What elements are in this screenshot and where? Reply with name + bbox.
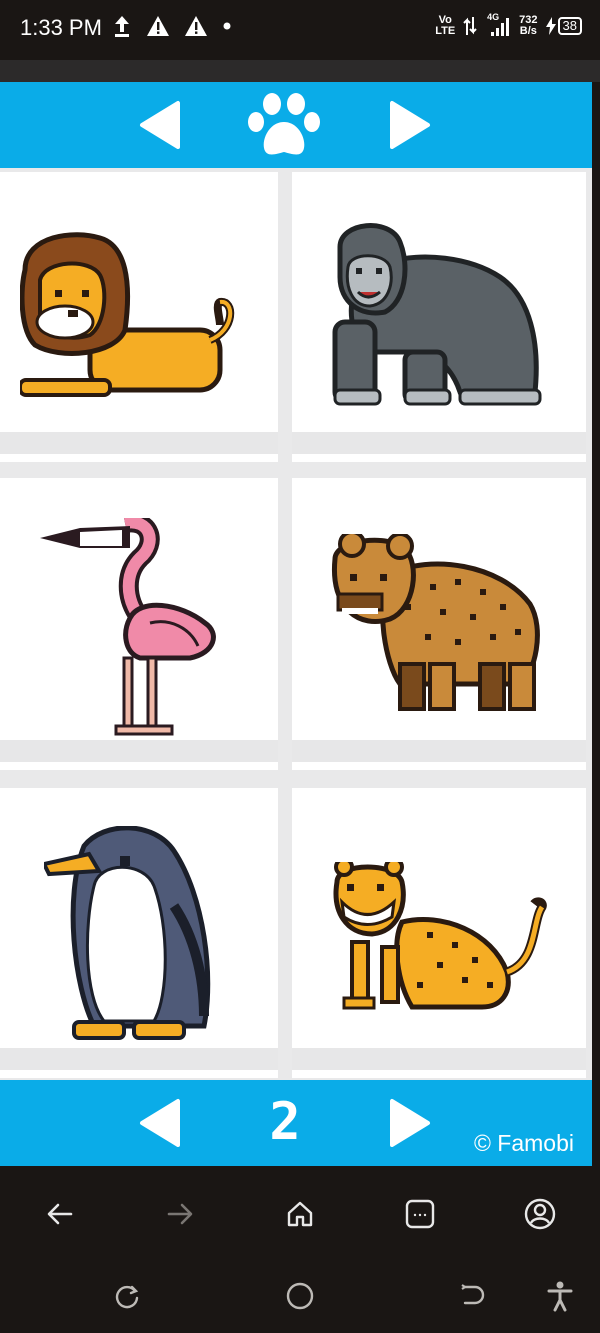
next-page-arrow-icon[interactable] (382, 1097, 432, 1149)
tile-penguin[interactable] (0, 788, 278, 1078)
account-icon (524, 1198, 556, 1230)
warning-icon (147, 16, 169, 36)
next-category-arrow-icon[interactable] (382, 99, 432, 151)
home-button[interactable] (280, 1194, 320, 1234)
penguin-icon (44, 826, 211, 1040)
accessibility-button[interactable] (540, 1276, 580, 1316)
gorilla-icon (332, 223, 542, 406)
page-top-strip (0, 60, 600, 82)
forward-arrow-icon (167, 1203, 193, 1225)
hyena-icon (331, 534, 540, 711)
browser-nav-bar (0, 1166, 600, 1262)
warning-icon (185, 16, 207, 36)
tile-caption-bar (0, 740, 278, 762)
net-speed-unit: B/s (519, 25, 537, 37)
system-home-button[interactable] (280, 1276, 320, 1316)
upload-icon (115, 16, 129, 37)
home-circle-icon (286, 1282, 314, 1310)
flamingo-icon (40, 518, 216, 736)
tabs-icon (405, 1199, 435, 1229)
cheetah-icon (333, 862, 547, 1010)
forward-button[interactable] (160, 1194, 200, 1234)
famobi-credit[interactable]: © Famobi (474, 1130, 574, 1157)
tile-lion[interactable] (0, 172, 278, 462)
volte-label-2: LTE (435, 25, 456, 37)
top-nav-bar (0, 82, 592, 168)
back-arrow-icon (47, 1203, 73, 1225)
account-button[interactable] (520, 1194, 560, 1234)
tile-flamingo[interactable] (0, 478, 278, 770)
back-icon (461, 1284, 485, 1305)
tabs-button[interactable] (400, 1194, 440, 1234)
lion-icon (20, 232, 235, 397)
recent-apps-button[interactable] (107, 1276, 147, 1316)
game-canvas: 2 © Famobi (0, 82, 592, 1166)
tile-caption-bar (0, 1048, 278, 1070)
recent-apps-icon (115, 1285, 139, 1309)
charging-bolt-icon (545, 17, 556, 35)
system-back-button[interactable] (452, 1276, 492, 1316)
tile-caption-bar (0, 432, 278, 454)
data-transfer-icon (463, 17, 477, 35)
status-time: 1:33 PM (20, 15, 102, 40)
paw-icon[interactable] (244, 90, 324, 162)
tile-cheetah[interactable] (292, 788, 586, 1078)
signal-icon (491, 18, 510, 36)
home-icon (287, 1201, 313, 1227)
dot-icon (223, 22, 231, 30)
accessibility-icon (547, 1281, 573, 1312)
tile-hyena[interactable] (292, 478, 586, 770)
status-bar: 1:33 PM Vo LTE 4G 732 B/s 38 (0, 0, 600, 60)
back-button[interactable] (40, 1194, 80, 1234)
tile-gorilla[interactable] (292, 172, 586, 462)
tile-caption-bar (292, 432, 586, 454)
previous-category-arrow-icon[interactable] (138, 99, 188, 151)
battery-level: 38 (557, 17, 582, 35)
system-nav-bar (0, 1262, 600, 1333)
page-number: 2 (269, 1092, 301, 1152)
tile-caption-bar (292, 1048, 586, 1070)
bottom-nav-bar: 2 © Famobi (0, 1080, 592, 1166)
tile-caption-bar (292, 740, 586, 762)
previous-page-arrow-icon[interactable] (138, 1097, 188, 1149)
